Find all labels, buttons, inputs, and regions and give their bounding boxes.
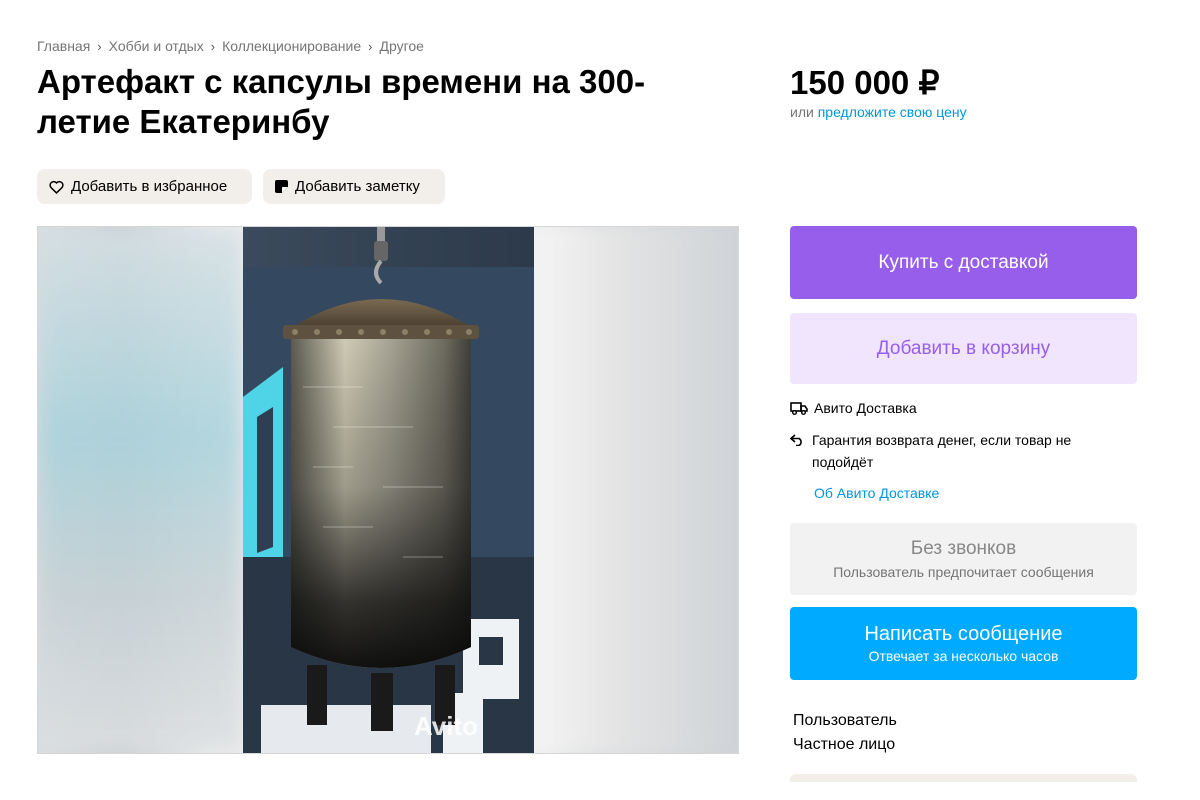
- photo-gallery[interactable]: Avito: [37, 226, 739, 754]
- add-note-label: Добавить заметку: [295, 178, 420, 195]
- chevron-right-icon: ›: [210, 38, 216, 54]
- breadcrumb: Главная › Хобби и отдых › Коллекциониров…: [37, 38, 424, 54]
- no-calls-notice: Без звонков Пользователь предпочитает со…: [790, 523, 1137, 595]
- no-calls-title: Без звонков: [910, 538, 1017, 559]
- delivery-service-label: Авито Доставка: [814, 400, 917, 416]
- write-message-button[interactable]: Написать сообщение Отвечает за несколько…: [790, 607, 1137, 680]
- money-back-label: Гарантия возврата денег, если товар не п…: [812, 432, 1072, 470]
- breadcrumb-link-hobby[interactable]: Хобби и отдых: [109, 38, 204, 54]
- add-note-button[interactable]: Добавить заметку: [263, 169, 445, 204]
- price: 150 000 ₽: [790, 64, 940, 101]
- offer-price-line: или предложите свою цену: [790, 104, 967, 120]
- write-message-subtitle: Отвечает за несколько часов: [868, 648, 1059, 664]
- breadcrumb-link-collecting[interactable]: Коллекционирование: [222, 38, 361, 54]
- breadcrumb-link-other[interactable]: Другое: [379, 38, 423, 54]
- seller-name[interactable]: Пользователь: [793, 709, 897, 733]
- seller-card-edge: [790, 774, 1137, 782]
- gallery-blur-left: [38, 227, 243, 753]
- offer-price-link[interactable]: предложите свою цену: [818, 104, 967, 120]
- chevron-right-icon: ›: [97, 38, 102, 54]
- page-title: Артефакт с капсулы времени на 300-летие …: [37, 63, 646, 140]
- add-to-cart-button[interactable]: Добавить в корзину: [790, 313, 1137, 384]
- main-photo[interactable]: [243, 227, 534, 753]
- add-to-favorites-label: Добавить в избранное: [71, 178, 228, 195]
- chevron-right-icon: ›: [368, 38, 373, 54]
- return-arrow-icon: [790, 429, 812, 451]
- breadcrumb-link-home[interactable]: Главная: [37, 38, 90, 54]
- delivery-feature: Авито Доставка: [790, 397, 917, 419]
- heart-icon: [49, 180, 64, 194]
- seller-type: Частное лицо: [793, 736, 896, 753]
- offer-prefix: или: [790, 104, 814, 120]
- about-avito-delivery-link[interactable]: Об Авито Доставке: [814, 485, 939, 501]
- buy-with-delivery-button[interactable]: Купить с доставкой: [790, 226, 1137, 299]
- add-to-favorites-button[interactable]: Добавить в избранное: [37, 169, 252, 204]
- avito-watermark: Avito: [414, 711, 479, 741]
- truck-icon: [790, 397, 814, 419]
- note-icon: [275, 180, 288, 193]
- gallery-blur-right: [533, 227, 738, 753]
- no-calls-subtitle: Пользователь предпочитает сообщения: [833, 564, 1094, 580]
- write-message-title: Написать сообщение: [864, 623, 1063, 645]
- money-back-feature: Гарантия возврата денег, если товар не п…: [790, 429, 1110, 473]
- seller-info: Пользователь Частное лицо: [793, 709, 897, 757]
